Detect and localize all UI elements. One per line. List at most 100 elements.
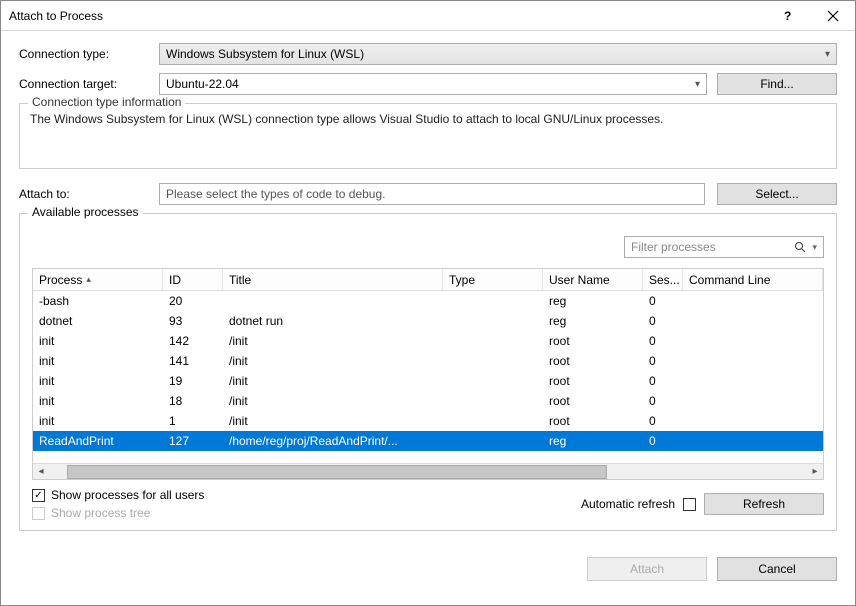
checkbox-icon: ✓: [32, 489, 45, 502]
process-title-cell: /init: [223, 414, 443, 428]
cancel-button-label: Cancel: [758, 562, 795, 576]
show-process-tree-checkbox: Show process tree: [32, 506, 204, 520]
column-header-session[interactable]: Ses...: [643, 269, 683, 290]
process-user-cell: root: [543, 374, 643, 388]
column-header-title[interactable]: Title: [223, 269, 443, 290]
select-button-label: Select...: [755, 187, 798, 201]
scroll-left-icon[interactable]: ◂: [33, 465, 49, 479]
sort-ascending-icon: ▴: [86, 274, 91, 285]
cancel-button[interactable]: Cancel: [717, 557, 837, 581]
scroll-right-icon[interactable]: ▸: [807, 465, 823, 479]
attach-to-value: Please select the types of code to debug…: [166, 187, 385, 201]
process-name-cell: init: [33, 414, 163, 428]
process-title-cell: /init: [223, 354, 443, 368]
table-row[interactable]: init141/init root0: [33, 351, 823, 371]
close-button[interactable]: [810, 1, 855, 31]
connection-target-value: Ubuntu-22.04: [166, 77, 239, 91]
column-header-user[interactable]: User Name: [543, 269, 643, 290]
process-user-cell: reg: [543, 294, 643, 308]
process-user-cell: root: [543, 354, 643, 368]
process-name-cell: init: [33, 334, 163, 348]
connection-type-dropdown[interactable]: Windows Subsystem for Linux (WSL) ▾: [159, 43, 837, 65]
automatic-refresh-checkbox[interactable]: [683, 498, 696, 511]
dropdown-arrow-icon[interactable]: ▾: [812, 242, 817, 253]
process-session-cell: 0: [643, 334, 683, 348]
process-name-cell: -bash: [33, 294, 163, 308]
filter-placeholder: Filter processes: [631, 240, 716, 254]
show-all-users-label: Show processes for all users: [51, 488, 204, 502]
find-button-label: Find...: [760, 77, 793, 91]
process-name-cell: init: [33, 374, 163, 388]
process-name-cell: ReadAndPrint: [33, 434, 163, 448]
select-button[interactable]: Select...: [717, 183, 837, 205]
process-title-cell: dotnet run: [223, 314, 443, 328]
table-row[interactable]: -bash20 reg0: [33, 291, 823, 311]
table-row[interactable]: init1/init root0: [33, 411, 823, 431]
process-name-cell: dotnet: [33, 314, 163, 328]
process-title-cell: /home/reg/proj/ReadAndPrint/...: [223, 434, 443, 448]
attach-button: Attach: [587, 557, 707, 581]
scrollbar-thumb[interactable]: [67, 465, 607, 479]
filter-processes-input[interactable]: Filter processes ▾: [624, 236, 824, 258]
automatic-refresh-label: Automatic refresh: [581, 497, 675, 511]
chevron-down-icon: ▾: [825, 49, 830, 60]
process-title-cell: /init: [223, 394, 443, 408]
table-row[interactable]: init18/init root0: [33, 391, 823, 411]
refresh-button-label: Refresh: [743, 497, 785, 511]
process-grid[interactable]: Process▴ ID Title Type User Name Ses... …: [32, 268, 824, 480]
process-session-cell: 0: [643, 294, 683, 308]
process-id-cell: 142: [163, 334, 223, 348]
process-id-cell: 20: [163, 294, 223, 308]
process-name-cell: init: [33, 354, 163, 368]
process-id-cell: 93: [163, 314, 223, 328]
show-process-tree-label: Show process tree: [51, 506, 150, 520]
process-title-cell: /init: [223, 334, 443, 348]
process-name-cell: init: [33, 394, 163, 408]
connection-info-legend: Connection type information: [28, 95, 185, 109]
attach-to-field: Please select the types of code to debug…: [159, 183, 705, 205]
table-row[interactable]: init19/initroot0: [33, 371, 823, 391]
chevron-down-icon: ▾: [695, 79, 700, 90]
connection-target-label: Connection target:: [19, 77, 159, 91]
process-title-cell: /init: [223, 374, 443, 388]
connection-type-label: Connection type:: [19, 47, 159, 61]
checkbox-icon: [32, 507, 45, 520]
process-session-cell: 0: [643, 354, 683, 368]
connection-target-dropdown[interactable]: Ubuntu-22.04 ▾: [159, 73, 707, 95]
show-all-users-checkbox[interactable]: ✓ Show processes for all users: [32, 488, 204, 502]
find-button[interactable]: Find...: [717, 73, 837, 95]
process-session-cell: 0: [643, 314, 683, 328]
column-header-type[interactable]: Type: [443, 269, 543, 290]
process-session-cell: 0: [643, 374, 683, 388]
process-session-cell: 0: [643, 414, 683, 428]
process-id-cell: 141: [163, 354, 223, 368]
attach-button-label: Attach: [630, 562, 664, 576]
available-processes-legend: Available processes: [28, 205, 143, 219]
svg-text:?: ?: [784, 10, 791, 22]
process-id-cell: 18: [163, 394, 223, 408]
column-header-cmdline[interactable]: Command Line: [683, 269, 823, 290]
table-row[interactable]: dotnet93dotnet runreg0: [33, 311, 823, 331]
process-id-cell: 127: [163, 434, 223, 448]
help-button[interactable]: ?: [765, 1, 810, 31]
column-header-process[interactable]: Process▴: [33, 269, 163, 290]
process-user-cell: root: [543, 334, 643, 348]
refresh-button[interactable]: Refresh: [704, 493, 824, 515]
horizontal-scrollbar[interactable]: ◂ ▸: [33, 463, 823, 479]
close-icon: [827, 10, 839, 22]
table-row[interactable]: ReadAndPrint127/home/reg/proj/ReadAndPri…: [33, 431, 823, 451]
table-row[interactable]: init142/init root0: [33, 331, 823, 351]
dialog-title: Attach to Process: [9, 9, 765, 23]
help-icon: ?: [782, 10, 794, 22]
process-id-cell: 1: [163, 414, 223, 428]
column-header-id[interactable]: ID: [163, 269, 223, 290]
process-user-cell: reg: [543, 434, 643, 448]
connection-type-value: Windows Subsystem for Linux (WSL): [166, 47, 364, 61]
process-session-cell: 0: [643, 434, 683, 448]
process-user-cell: root: [543, 394, 643, 408]
attach-to-label: Attach to:: [19, 187, 159, 201]
connection-info-text: The Windows Subsystem for Linux (WSL) co…: [30, 112, 826, 126]
search-icon: [794, 241, 806, 253]
process-session-cell: 0: [643, 394, 683, 408]
process-user-cell: root: [543, 414, 643, 428]
